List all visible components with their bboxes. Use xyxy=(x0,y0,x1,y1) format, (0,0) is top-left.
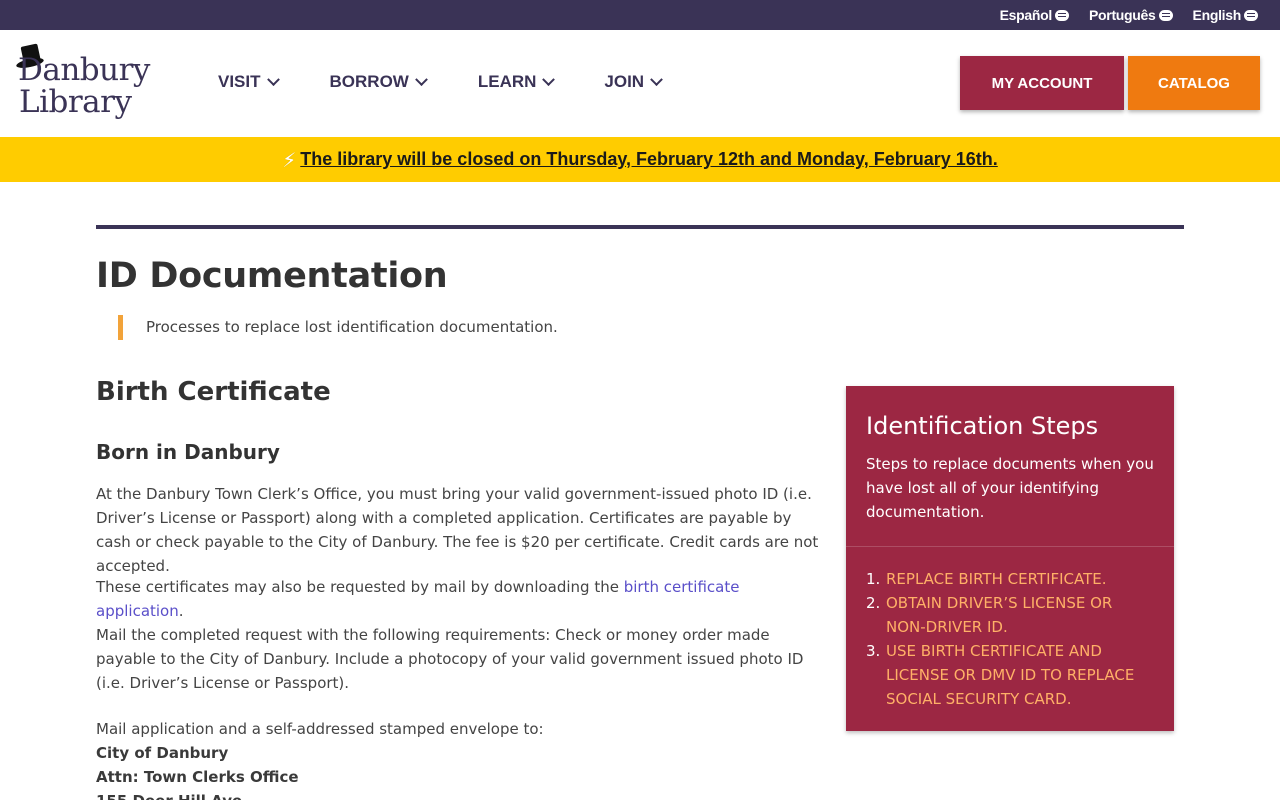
site-logo[interactable]: Danbury Library xyxy=(15,43,167,131)
step-number: 1. xyxy=(866,570,881,588)
language-espanol[interactable]: Español xyxy=(1000,7,1069,23)
list-item: 3. USE BIRTH CERTIFICATE AND LICENSE OR … xyxy=(866,639,1154,711)
chevron-down-icon xyxy=(414,72,428,86)
closure-alert-banner: ⚡ The library will be closed on Thursday… xyxy=(0,137,1280,182)
paragraph-by-mail: These certificates may also be requested… xyxy=(96,575,826,623)
list-item: 1. REPLACE BIRTH CERTIFICATE. xyxy=(866,567,1154,591)
speech-bubble-icon xyxy=(1158,9,1173,21)
speech-bubble-icon xyxy=(1244,9,1258,21)
step-link[interactable]: OBTAIN DRIVER’S LICENSE OR NON-DRIVER ID… xyxy=(886,591,1154,639)
language-label: Português xyxy=(1089,7,1156,23)
main-content: ID Documentation Processes to replace lo… xyxy=(0,182,1280,800)
section-heading: Birth Certificate xyxy=(96,377,331,407)
nav-label: JOIN xyxy=(604,72,645,91)
identification-steps-panel: Identification Steps Steps to replace do… xyxy=(846,386,1174,731)
logo-text-line2: Library xyxy=(19,84,132,120)
nav-borrow[interactable]: BORROW xyxy=(329,72,428,92)
lightning-bolt-icon: ⚡ xyxy=(282,147,297,172)
paragraph-text: These certificates may also be requested… xyxy=(96,578,624,596)
nav-label: VISIT xyxy=(218,72,261,91)
panel-description: Steps to replace documents when you have… xyxy=(866,455,1154,521)
address-line: Attn: Town Clerks Office xyxy=(96,768,299,786)
catalog-button[interactable]: CATALOG xyxy=(1128,56,1260,110)
paragraph-in-person: At the Danbury Town Clerk’s Office, you … xyxy=(96,485,819,575)
step-link[interactable]: REPLACE BIRTH CERTIFICATE. xyxy=(886,567,1107,591)
steps-list: 1. REPLACE BIRTH CERTIFICATE. 2. OBTAIN … xyxy=(846,547,1174,711)
speech-bubble-icon xyxy=(1055,9,1069,21)
step-number: 3. xyxy=(866,642,881,660)
nav-learn[interactable]: LEARN xyxy=(477,72,556,92)
paragraph-text: . xyxy=(178,602,184,620)
nav-label: BORROW xyxy=(329,72,409,91)
my-account-button[interactable]: MY ACCOUNT xyxy=(960,56,1124,110)
language-label: Español xyxy=(999,7,1053,23)
step-link[interactable]: USE BIRTH CERTIFICATE AND LICENSE OR DMV… xyxy=(886,639,1154,711)
mailing-instructions: Mail application and a self-addressed st… xyxy=(96,720,544,738)
title-divider xyxy=(96,225,1184,229)
language-portugues[interactable]: Português xyxy=(1089,7,1173,23)
chevron-down-icon xyxy=(650,72,663,86)
subsection-heading: Born in Danbury xyxy=(96,440,280,464)
closure-alert-link[interactable]: The library will be closed on Thursday, … xyxy=(300,149,998,170)
site-header: Danbury Library VISIT BORROW LEARN JOIN … xyxy=(0,30,1280,137)
nav-visit[interactable]: VISIT xyxy=(218,72,280,92)
address-line: 155 Deer Hill Ave xyxy=(96,789,826,800)
panel-title: Identification Steps xyxy=(866,412,1099,440)
chevron-down-icon xyxy=(542,72,556,86)
chevron-down-icon xyxy=(266,72,280,86)
main-nav: VISIT BORROW LEARN JOIN xyxy=(218,72,663,92)
paragraph-requirements: Mail the completed request with the foll… xyxy=(96,626,804,692)
nav-join[interactable]: JOIN xyxy=(604,72,663,92)
logo-text-line1: Danbury xyxy=(18,52,150,88)
language-label: English xyxy=(1192,7,1242,23)
list-item: 2. OBTAIN DRIVER’S LICENSE OR NON-DRIVER… xyxy=(866,591,1154,639)
page-title: ID Documentation xyxy=(96,256,448,296)
language-bar: Español Português English xyxy=(0,0,1280,30)
mailing-address-block: Mail application and a self-addressed st… xyxy=(96,717,826,800)
page-subtitle: Processes to replace lost identification… xyxy=(118,315,558,340)
panel-header: Identification Steps Steps to replace do… xyxy=(846,386,1174,547)
address-line: City of Danbury xyxy=(96,744,229,762)
nav-label: LEARN xyxy=(477,72,537,91)
step-number: 2. xyxy=(866,594,881,612)
language-english[interactable]: English xyxy=(1193,7,1258,23)
